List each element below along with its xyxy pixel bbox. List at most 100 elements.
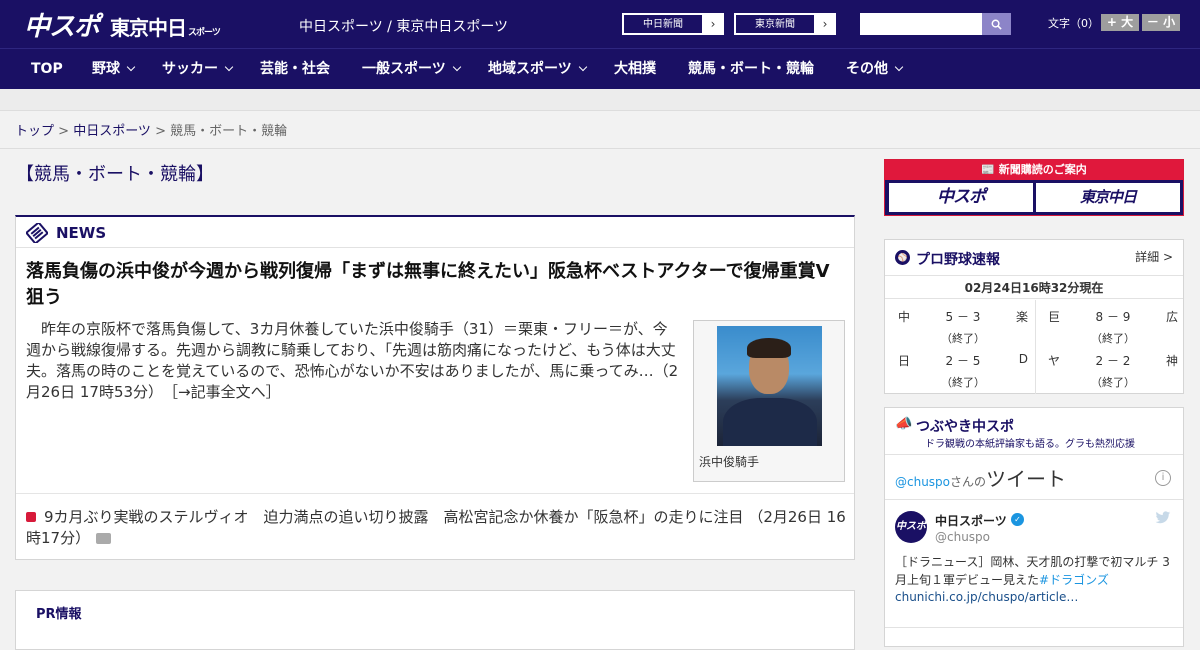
subscription-label: 新聞購読のご案内: [998, 163, 1087, 176]
baseball-title: プロ野球速報: [916, 252, 1000, 268]
search-input[interactable]: [860, 13, 982, 35]
tokyo-shimbun-button[interactable]: 東京新聞 ›: [734, 13, 836, 35]
nav-label: サッカー: [162, 61, 218, 77]
subscribe-chuspo[interactable]: 中スポ: [889, 183, 1033, 212]
nav-soccer[interactable]: サッカー: [162, 49, 234, 90]
timeline-handle-link[interactable]: @chuspo: [895, 475, 950, 489]
score: 2 － 2: [1095, 354, 1131, 368]
breadcrumb-separator: >: [54, 124, 74, 139]
read-more-link[interactable]: ［→記事全文へ］: [171, 383, 281, 401]
verified-badge-icon: ✓: [1011, 513, 1024, 526]
chevron-right-icon: ›: [710, 17, 716, 31]
nav-label: 野球: [92, 61, 120, 77]
baseball-header: ⚾ プロ野球速報 詳細 >: [885, 240, 1183, 276]
tokyo-logo-small: スポーツ: [188, 28, 221, 38]
play-bullet-icon: [26, 512, 36, 522]
baseball-detail-link[interactable]: 詳細 >: [1135, 248, 1173, 265]
info-icon[interactable]: i: [1155, 470, 1171, 486]
news-list-item[interactable]: 9カ月ぶり実戦のステルヴィオ 迫力満点の追い切り披露 高松宮記念か休養か「阪急杯…: [26, 507, 846, 549]
news-header: NEWS: [16, 217, 854, 248]
tweets-subtitle: ドラ観戦の本紙評論家も語る。グラも熱烈応援: [925, 439, 1135, 450]
avatar[interactable]: 中スポ: [895, 511, 927, 543]
page-title: 【競馬・ボート・競輪】: [16, 164, 214, 185]
chunichi-shimbun-button[interactable]: 中日新聞 ›: [622, 13, 724, 35]
breadcrumb-top[interactable]: トップ: [15, 124, 54, 139]
game-score[interactable]: 巨 8 － 9 広 （終了）: [1043, 300, 1183, 345]
game-status: （終了）: [1091, 376, 1135, 389]
pr-label: PR情報: [36, 607, 82, 622]
photo-body-shape: [723, 398, 817, 446]
megaphone-icon: 📣: [895, 416, 913, 432]
chunichi-shimbun-label: 中日新聞: [623, 14, 703, 34]
news-label: NEWS: [56, 224, 107, 242]
top-header: 中スポ 東京中日 スポーツ 中日スポーツ / 東京中日スポーツ 中日新聞 › 東京…: [0, 0, 1200, 48]
nav-top[interactable]: TOP: [31, 49, 63, 90]
font-size-label: 文字（0）: [1048, 17, 1099, 30]
jockey-photo: [717, 326, 822, 446]
tweet-body: ［ドラニュース］岡林、天才肌の打撃で初マルチ 3月上旬１軍デビュー見えた: [895, 555, 1170, 587]
tokyo-chunichi-logo[interactable]: 東京中日 スポーツ: [110, 12, 221, 41]
nav-general-sports[interactable]: 一般スポーツ: [362, 49, 461, 90]
chevron-down-icon: [126, 62, 136, 72]
away-team: 神: [1165, 354, 1178, 368]
divider: [0, 148, 1200, 149]
photo-hair-shape: [747, 338, 791, 358]
divider: [1035, 300, 1036, 394]
twitter-panel: 📣 つぶやき中スポ ドラ観戦の本紙評論家も語る。グラも熱烈応援 @chuspoさ…: [884, 407, 1184, 647]
tweet-text: ［ドラニュース］岡林、天才肌の打撃で初マルチ 3月上旬１軍デビュー見えた#ドラゴ…: [895, 553, 1175, 589]
nav-label: 一般スポーツ: [362, 61, 446, 77]
nav-label: 地域スポーツ: [488, 61, 572, 77]
away-team: 楽: [1015, 310, 1028, 324]
chevron-down-icon: [578, 62, 587, 72]
nav-sumo[interactable]: 大相撲: [614, 49, 656, 90]
away-team: 広: [1165, 310, 1178, 324]
nav-baseball[interactable]: 野球: [92, 49, 136, 90]
breadcrumb-current: 競馬・ボート・競輪: [170, 124, 288, 139]
subscription-banner[interactable]: 📰 新聞購読のご案内 中スポ 東京中日: [884, 159, 1184, 216]
subscribe-tokyo-chunichi[interactable]: 東京中日: [1036, 183, 1180, 212]
divider: [16, 493, 854, 494]
breadcrumb-separator: >: [150, 124, 171, 139]
nav-label: 芸能・社会: [260, 61, 330, 77]
header-spacer: [0, 89, 1200, 111]
article-photo[interactable]: 浜中俊騎手: [693, 320, 845, 482]
main-nav: TOP 野球 サッカー 芸能・社会 一般スポーツ 地域スポーツ 大相撲 競馬・ボ…: [0, 48, 1200, 89]
game-score[interactable]: 中 5 － 3 楽 （終了）: [893, 300, 1033, 345]
chevron-down-icon: [224, 62, 234, 72]
search-icon: [991, 19, 1002, 30]
nav-local-sports[interactable]: 地域スポーツ: [488, 49, 587, 90]
tweet-user-name[interactable]: 中日スポーツ: [935, 512, 1007, 529]
camera-icon: [96, 533, 112, 544]
photo-caption: 浜中俊騎手: [699, 455, 760, 469]
chuspo-logo[interactable]: 中スポ: [24, 6, 100, 43]
nav-other[interactable]: その他: [846, 49, 904, 90]
game-score[interactable]: ヤ 2 － 2 神 （終了）: [1043, 344, 1183, 389]
score: 8 － 9: [1095, 310, 1131, 324]
tweet-link[interactable]: chunichi.co.jp/chuspo/article…: [895, 590, 1078, 604]
news-panel: NEWS 落馬負傷の浜中俊が今週から戦列復帰「まずは無事に終えたい」阪急杯ベスト…: [15, 215, 855, 560]
nav-entertainment[interactable]: 芸能・社会: [260, 49, 330, 90]
font-smaller-button[interactable]: － 小: [1142, 14, 1180, 31]
nav-label: その他: [846, 61, 888, 77]
divider: [885, 454, 1183, 455]
breadcrumb-chunichi-sports[interactable]: 中日スポーツ: [73, 124, 151, 139]
game-status: （終了）: [941, 376, 985, 389]
newspaper-icon: [26, 223, 48, 243]
site-links[interactable]: 中日スポーツ / 東京中日スポーツ: [299, 16, 508, 36]
article-summary: 昨年の京阪杯で落馬負傷して、3カ月休養していた浜中俊騎手（31）＝栗東・フリー＝…: [26, 319, 682, 403]
tweets-title: つぶやき中スポ: [916, 419, 1014, 435]
article-headline[interactable]: 落馬負傷の浜中俊が今週から戦列復帰「まずは無事に終えたい」阪急杯ベストアクターで…: [26, 259, 846, 311]
nav-keiba[interactable]: 競馬・ボート・競輪: [688, 49, 814, 90]
baseball-updated: 02月24日16時32分現在: [885, 277, 1183, 299]
tweet-hashtag[interactable]: #ドラゴンズ: [1039, 573, 1109, 587]
subscription-bar: 📰 新聞購読のご案内: [885, 160, 1183, 180]
search-button[interactable]: [982, 13, 1011, 35]
score: 2 － 5: [945, 354, 981, 368]
font-larger-button[interactable]: + 大: [1101, 14, 1139, 31]
nav-label: TOP: [31, 61, 63, 77]
tweet-user-handle[interactable]: @chuspo: [935, 530, 990, 544]
baseball-scores-panel: ⚾ プロ野球速報 詳細 > 02月24日16時32分現在 中 5 － 3 楽 （…: [884, 239, 1184, 394]
game-score[interactable]: 日 2 － 5 D （終了）: [893, 344, 1033, 389]
twitter-bird-icon[interactable]: [1155, 511, 1171, 525]
timeline-header: @chuspoさんのツイート: [895, 463, 1066, 492]
